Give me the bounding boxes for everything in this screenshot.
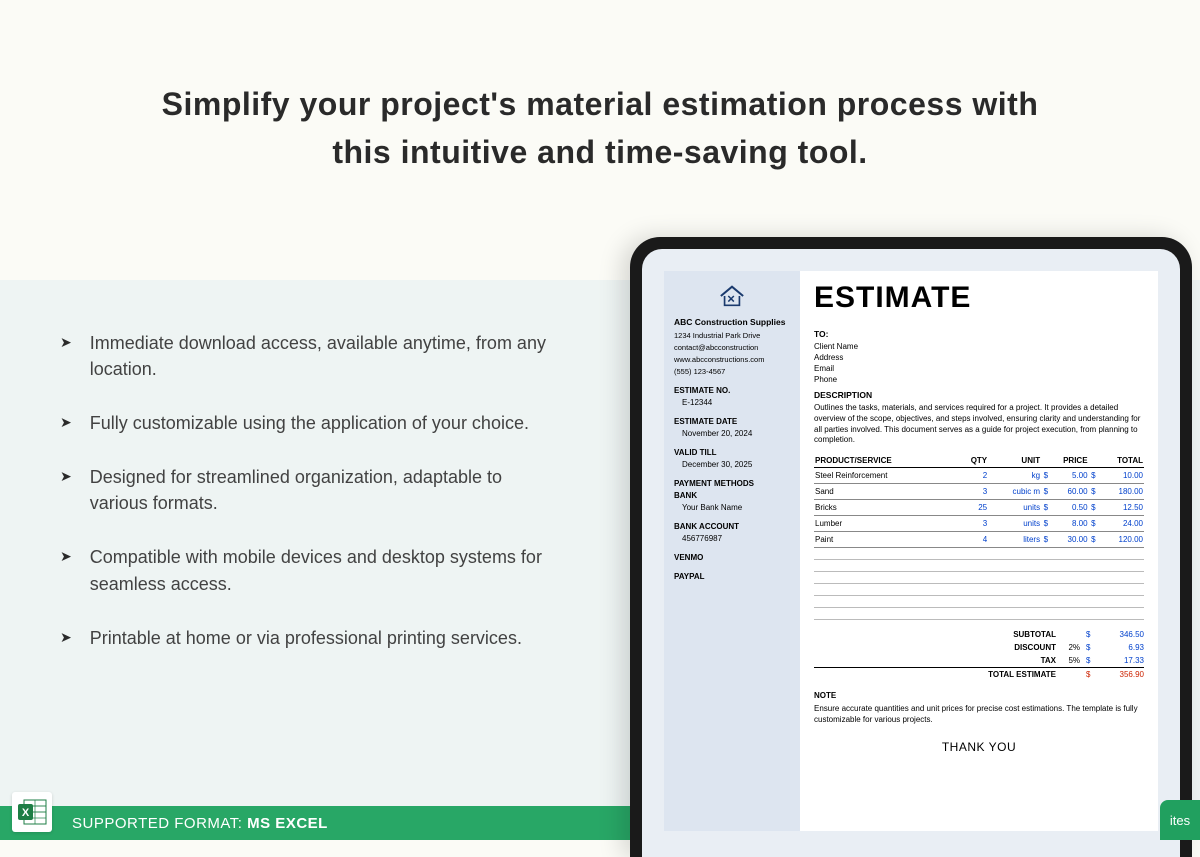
feature-text: Immediate download access, available any…	[90, 330, 560, 382]
tablet-screen: ABC Construction Supplies 1234 Industria…	[642, 249, 1180, 857]
excel-icon: X	[12, 792, 52, 832]
payment-methods-label: PAYMENT METHODS	[674, 479, 790, 488]
svg-text:X: X	[22, 807, 30, 819]
company-website: www.abcconstructions.com	[674, 355, 790, 364]
tax-value: 17.33	[1096, 656, 1144, 665]
hero-section: Simplify your project's material estimat…	[0, 0, 1200, 236]
feature-text: Fully customizable using the application…	[90, 410, 529, 436]
tax-pct: 5%	[1062, 656, 1086, 665]
col-total: TOTAL	[1089, 454, 1144, 468]
estimate-document: ABC Construction Supplies 1234 Industria…	[664, 271, 1158, 831]
table-row: Bricks25units$0.50$12.50	[814, 500, 1144, 516]
tablet-frame: ABC Construction Supplies 1234 Industria…	[630, 237, 1192, 857]
table-row: Paint4liters$30.00$120.00	[814, 532, 1144, 548]
paypal-label: PAYPAL	[674, 572, 790, 581]
estimate-date: November 20, 2024	[674, 429, 790, 438]
discount-value: 6.93	[1096, 643, 1144, 652]
company-address: 1234 Industrial Park Drive	[674, 331, 790, 340]
bank-account-label: BANK ACCOUNT	[674, 522, 790, 531]
total-estimate-label: TOTAL ESTIMATE	[972, 670, 1062, 679]
discount-pct: 2%	[1062, 643, 1086, 652]
valid-till: December 30, 2025	[674, 460, 790, 469]
subtotal-label: SUBTOTAL	[972, 630, 1062, 639]
table-row: Steel Reinforcement2kg$5.00$10.00	[814, 468, 1144, 484]
venmo-label: VENMO	[674, 553, 790, 562]
table-row: Sand3cubic m$60.00$180.00	[814, 484, 1144, 500]
estimate-no: E-12344	[674, 398, 790, 407]
bank-account: 456776987	[674, 534, 790, 543]
estimate-no-label: ESTIMATE NO.	[674, 386, 790, 395]
list-item: ➤ Compatible with mobile devices and desk…	[60, 544, 560, 596]
valid-till-label: VALID TILL	[674, 448, 790, 457]
tax-label: TAX	[972, 656, 1062, 665]
col-qty: QTY	[955, 454, 988, 468]
note-text: Ensure accurate quantities and unit pric…	[814, 704, 1144, 726]
discount-label: DISCOUNT	[972, 643, 1062, 652]
company-phone: (555) 123-4567	[674, 367, 790, 376]
hero-title: Simplify your project's material estimat…	[100, 80, 1100, 176]
bullet-icon: ➤	[60, 414, 72, 431]
doc-title: ESTIMATE	[814, 281, 1144, 315]
list-item: ➤ Designed for streamlined organization, …	[60, 464, 560, 516]
bullet-icon: ➤	[60, 629, 72, 646]
bullet-icon: ➤	[60, 548, 72, 565]
col-unit: UNIT	[988, 454, 1041, 468]
list-item: ➤ Immediate download access, available an…	[60, 330, 560, 382]
doc-sidebar: ABC Construction Supplies 1234 Industria…	[664, 271, 800, 831]
bullet-icon: ➤	[60, 468, 72, 485]
totals-block: SUBTOTAL$346.50 DISCOUNT2%$6.93 TAX5%$17…	[814, 628, 1144, 681]
description-label: DESCRIPTION	[814, 390, 1144, 400]
feature-text: Compatible with mobile devices and deskt…	[90, 544, 560, 596]
corner-tag: ites	[1160, 800, 1200, 840]
col-price: PRICE	[1041, 454, 1088, 468]
feature-text: Printable at home or via professional pr…	[90, 625, 522, 651]
feature-text: Designed for streamlined organization, a…	[90, 464, 560, 516]
list-item: ➤ Fully customizable using the applicatio…	[60, 410, 560, 436]
to-email: Email	[814, 364, 1144, 373]
col-product: PRODUCT/SERVICE	[814, 454, 955, 468]
footer-label: SUPPORTED FORMAT: MS EXCEL	[72, 815, 328, 832]
list-item: ➤ Printable at home or via professional p…	[60, 625, 560, 651]
feature-list: ➤ Immediate download access, available an…	[60, 330, 560, 679]
company-email: contact@abcconstruction	[674, 343, 790, 352]
description-text: Outlines the tasks, materials, and servi…	[814, 403, 1144, 446]
subtotal-value: 346.50	[1096, 630, 1144, 639]
note-label: NOTE	[814, 691, 1144, 700]
doc-main: ESTIMATE TO: Client Name Address Email P…	[800, 271, 1158, 831]
to-phone: Phone	[814, 375, 1144, 384]
estimate-date-label: ESTIMATE DATE	[674, 417, 790, 426]
to-client: Client Name	[814, 342, 1144, 351]
company-name: ABC Construction Supplies	[674, 317, 790, 327]
to-address: Address	[814, 353, 1144, 362]
bullet-icon: ➤	[60, 334, 72, 351]
table-row: Lumber3units$8.00$24.00	[814, 516, 1144, 532]
bank-label: BANK	[674, 491, 790, 500]
total-estimate-value: 356.90	[1096, 670, 1144, 679]
line-items-table: PRODUCT/SERVICE QTY UNIT PRICE TOTAL Ste…	[814, 454, 1144, 620]
to-label: TO:	[814, 329, 1144, 339]
thank-you: THANK YOU	[814, 740, 1144, 754]
bank-name: Your Bank Name	[674, 503, 790, 512]
company-logo-icon	[674, 283, 790, 311]
